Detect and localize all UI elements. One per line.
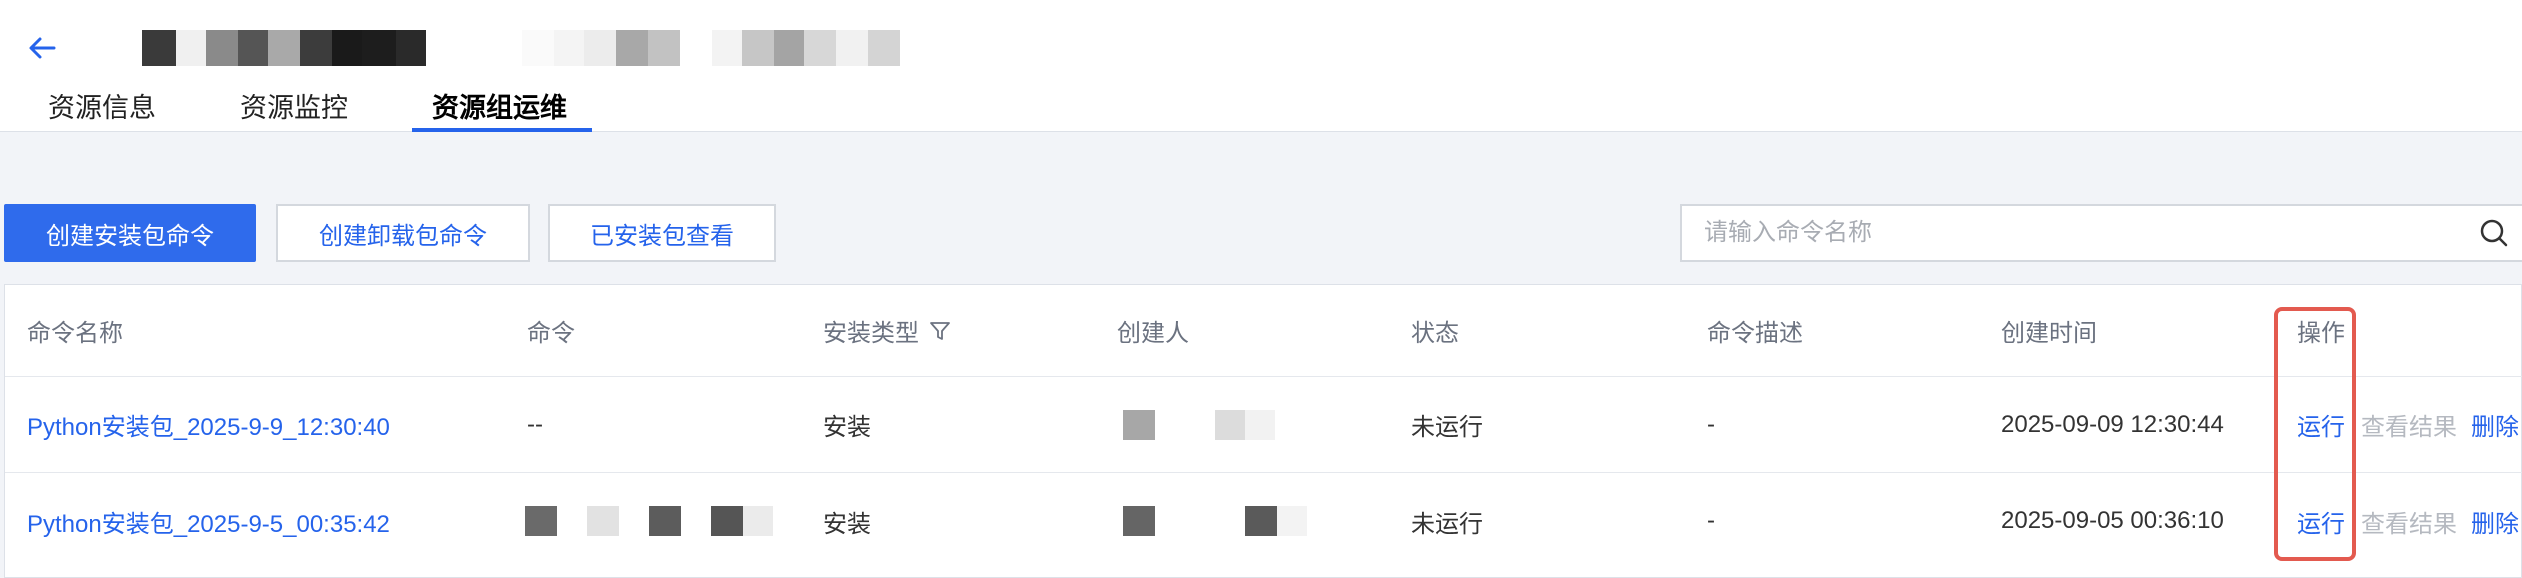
redacted-title: [142, 30, 426, 66]
column-header-description: 命令描述: [1707, 320, 1803, 347]
view-installed-packages-button[interactable]: 已安装包查看: [548, 204, 776, 262]
column-header-creator: 创建人: [1117, 320, 1189, 347]
description-cell: -: [1707, 507, 1715, 534]
tab-resource-info[interactable]: 资源信息: [48, 86, 156, 125]
status-cell: 未运行: [1411, 510, 1483, 538]
command-cell: --: [527, 410, 543, 438]
column-header-name: 命令名称: [27, 320, 123, 347]
table-row: Python安装包_2025-9-5_00:35:42 安装 未运行 - 202…: [5, 473, 2522, 569]
delete-button[interactable]: 删除: [2471, 377, 2519, 472]
install-type-cell: 安装: [823, 510, 871, 538]
active-tab-indicator: [412, 128, 592, 132]
top-bar: 资源信息 资源监控 资源组运维: [0, 0, 2522, 132]
created-at-cell: 2025-09-09 12:30:44: [2001, 410, 2224, 438]
table-row: Python安装包_2025-9-9_12:30:40 -- 安装 未运行 - …: [5, 377, 2522, 473]
view-result-button: 查看结果: [2361, 414, 2457, 441]
redacted-creator: [1123, 377, 1275, 472]
redacted-command: [525, 473, 773, 569]
column-header-actions: 操作: [2297, 320, 2345, 347]
command-name-link[interactable]: Python安装包_2025-9-9_12:30:40: [27, 377, 390, 472]
delete-button[interactable]: 删除: [2471, 473, 2519, 569]
status-cell: 未运行: [1411, 414, 1483, 441]
create-uninstall-command-button[interactable]: 创建卸载包命令: [276, 204, 530, 262]
redacted-subtitle-2: [712, 30, 900, 66]
arrow-left-icon[interactable]: [24, 30, 64, 66]
filter-icon[interactable]: [929, 320, 951, 342]
description-cell: -: [1707, 410, 1715, 438]
created-at-cell: 2025-09-05 00:36:10: [2001, 507, 2224, 534]
search-box: [1680, 204, 2522, 262]
tab-resource-monitor[interactable]: 资源监控: [240, 86, 348, 125]
column-header-status: 状态: [1411, 320, 1459, 347]
column-header-install-type: 安装类型: [823, 285, 951, 376]
tab-resource-group-ops[interactable]: 资源组运维: [432, 86, 567, 125]
create-install-command-button[interactable]: 创建安装包命令: [4, 204, 256, 262]
run-button[interactable]: 运行: [2297, 377, 2345, 472]
table-header-row: 命令名称 命令 安装类型 创建人 状态 命令描述 创建时间 操作: [5, 285, 2522, 377]
install-type-cell: 安装: [823, 414, 871, 441]
redacted-subtitle: [522, 30, 680, 66]
column-header-install-type-label: 安装类型: [823, 320, 919, 347]
search-input[interactable]: [1682, 206, 2466, 260]
view-result-button: 查看结果: [2361, 510, 2457, 538]
search-icon[interactable]: [2466, 206, 2522, 260]
command-table: 命令名称 命令 安装类型 创建人 状态 命令描述 创建时间 操作 Python安…: [4, 284, 2522, 578]
column-header-created-at: 创建时间: [2001, 320, 2097, 347]
command-name-link[interactable]: Python安装包_2025-9-5_00:35:42: [27, 473, 390, 569]
run-button[interactable]: 运行: [2297, 473, 2345, 569]
redacted-creator: [1123, 473, 1307, 569]
column-header-command: 命令: [527, 320, 575, 347]
